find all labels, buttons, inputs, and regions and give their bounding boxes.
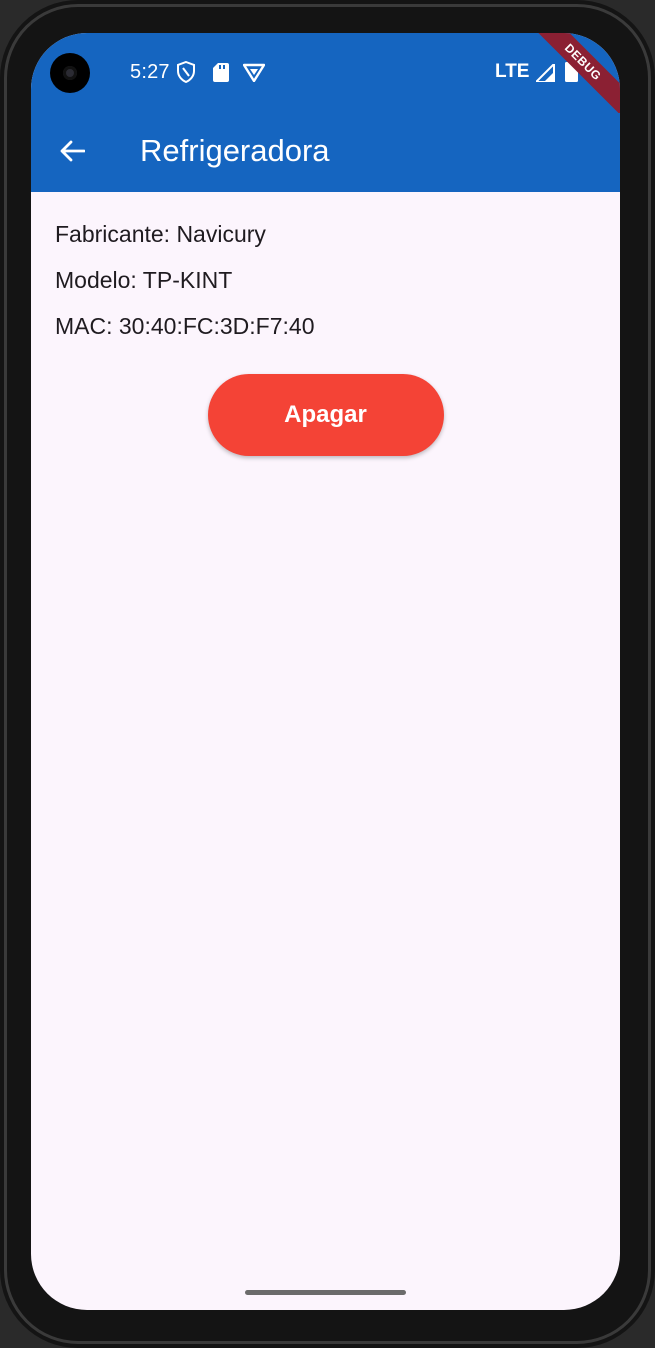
app-bar: Refrigeradora bbox=[31, 113, 620, 192]
vpn-shield-icon bbox=[242, 63, 266, 87]
status-time: 5:27 bbox=[130, 61, 170, 83]
page-title: Refrigeradora bbox=[140, 133, 330, 168]
network-type: LTE bbox=[495, 61, 530, 82]
front-camera bbox=[50, 53, 90, 93]
back-button[interactable] bbox=[49, 130, 95, 176]
status-bar: 5:27 LTE DEBUG bbox=[31, 33, 620, 123]
phone-frame: 5:27 LTE DEBUG Refrigeradora Fabricante:… bbox=[0, 0, 655, 1348]
manufacturer-text: Fabricante: Navicury bbox=[55, 221, 266, 247]
mac-address-text: MAC: 30:40:FC:3D:F7:40 bbox=[55, 313, 315, 339]
home-indicator[interactable] bbox=[245, 1290, 406, 1295]
arrow-back-icon bbox=[59, 139, 86, 168]
action-area: Apagar bbox=[31, 374, 620, 456]
device-details: Fabricante: Navicury Modelo: TP-KINT MAC… bbox=[55, 217, 315, 355]
sd-card-icon bbox=[213, 63, 229, 87]
signal-icon bbox=[533, 61, 555, 87]
device-screen: 5:27 LTE DEBUG Refrigeradora Fabricante:… bbox=[31, 33, 620, 1310]
model-text: Modelo: TP-KINT bbox=[55, 267, 233, 293]
shield-icon bbox=[177, 60, 195, 88]
turn-off-button[interactable]: Apagar bbox=[207, 374, 444, 456]
